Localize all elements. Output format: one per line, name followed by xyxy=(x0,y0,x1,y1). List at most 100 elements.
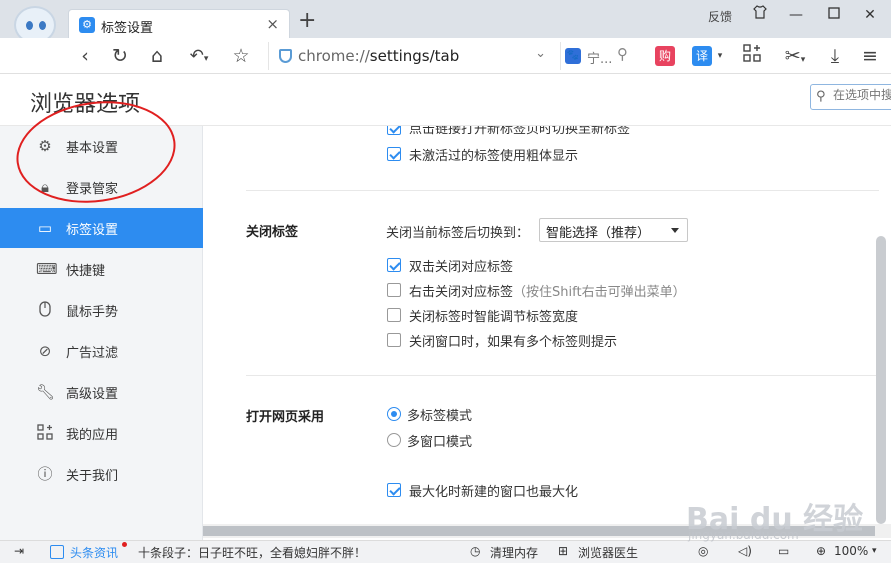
download-icon[interactable]: ⤓ xyxy=(824,44,846,68)
multi-window-mode-radio[interactable] xyxy=(387,433,401,447)
close-window-icon[interactable]: ✕ xyxy=(856,4,884,26)
security-shield-icon xyxy=(279,49,292,63)
right-click-close-checkbox[interactable] xyxy=(387,283,401,297)
chevron-down-icon xyxy=(671,228,679,233)
block-icon: ⊘ xyxy=(38,342,52,360)
sidebar-item-shortcuts[interactable]: ⌨ 快捷键 xyxy=(0,249,203,289)
glasses-icon[interactable]: ◎ xyxy=(698,544,708,558)
tab-settings[interactable]: ⚙ 标签设置 × xyxy=(68,9,290,39)
baidu-paw-icon[interactable]: 🐾 xyxy=(565,48,581,64)
section-title-open-page: 打开网页采用 xyxy=(246,410,325,425)
search-icon[interactable]: ⚲ xyxy=(617,45,628,63)
news-headline[interactable]: 十条段子：日子旺不旺，全看媳妇胖不胖！ xyxy=(138,544,366,561)
wrench-icon: 🔧︎ xyxy=(36,383,56,401)
sidebar-item-label: 我的应用 xyxy=(66,428,119,443)
feedback-link[interactable]: 反馈 xyxy=(708,8,732,25)
close-tab-icon[interactable]: × xyxy=(266,15,279,33)
translate-extension-icon[interactable]: 译 xyxy=(692,46,712,66)
address-dropdown-icon[interactable]: ⌄ xyxy=(535,46,546,61)
reload-icon[interactable]: ↻ xyxy=(108,44,132,68)
vertical-scrollbar[interactable] xyxy=(876,236,886,524)
screenshot-scissors-icon[interactable]: ✂▾ xyxy=(778,44,812,68)
sidebar-item-label: 关于我们 xyxy=(66,469,119,484)
keyboard-icon: ⌨ xyxy=(36,260,58,278)
section-divider xyxy=(246,190,879,191)
multi-tab-mode-label: 多标签模式 xyxy=(407,409,473,424)
maximize-new-window-checkbox[interactable] xyxy=(387,483,401,497)
sidebar-item-about[interactable]: ⓘ 关于我们 xyxy=(0,454,203,494)
close-window-prompt-checkbox[interactable] xyxy=(387,333,401,347)
undo-close-icon[interactable]: ↶▾ xyxy=(182,44,216,68)
right-click-close-hint: （按住Shift右击可弹出菜单） xyxy=(513,285,686,300)
favorite-star-icon[interactable]: ☆ xyxy=(228,44,254,68)
switch-after-close-label: 关闭当前标签后切换到： xyxy=(386,226,530,241)
title-bar: 登录 ⚙ 标签设置 × + 反馈 — ✕ xyxy=(0,0,891,58)
smart-width-checkbox[interactable] xyxy=(387,308,401,322)
window-icon[interactable]: ▭ xyxy=(778,544,789,558)
search-text: 宁... xyxy=(587,52,613,67)
sidebar-item-label: 广告过滤 xyxy=(66,346,119,361)
new-tab-button[interactable]: + xyxy=(298,10,316,32)
address-url[interactable]: chrome://settings/tab xyxy=(298,47,459,65)
smart-width-label: 关闭标签时智能调节标签宽度 xyxy=(409,310,579,325)
tab-title: 标签设置 xyxy=(101,21,154,36)
tab-icon: ▭ xyxy=(37,219,53,237)
clean-memory-icon: ◷ xyxy=(470,544,481,558)
baidu-jingyan-watermark: Bai du 经验 jingyan.baidu.com xyxy=(686,494,886,544)
mouse-icon xyxy=(36,301,54,319)
news-icon[interactable] xyxy=(50,545,64,559)
avatar-eye xyxy=(26,21,33,30)
apps-icon xyxy=(36,424,54,442)
volume-icon[interactable]: ◁) xyxy=(738,544,752,558)
skin-icon[interactable] xyxy=(746,4,774,26)
back-icon[interactable]: ‹ xyxy=(74,44,96,68)
sidebar-item-label: 快捷键 xyxy=(66,264,106,279)
menu-icon[interactable]: ≡ xyxy=(858,44,882,68)
sidebar-item-advanced[interactable]: 🔧︎ 高级设置 xyxy=(0,372,203,412)
switch-to-new-tab-label: 点击链接打开新标签页时切换至新标签 xyxy=(409,126,631,137)
sidebar-item-label: 高级设置 xyxy=(66,387,119,402)
section-divider xyxy=(246,375,879,376)
settings-tab-icon: ⚙ xyxy=(79,17,95,33)
sidebar-toggle-icon[interactable]: ⇥ xyxy=(14,544,24,558)
close-window-prompt-label: 关闭窗口时，如果有多个标签则提示 xyxy=(409,335,618,350)
zoom-dropdown-icon[interactable]: ▾ xyxy=(872,546,877,556)
switch-after-close-select[interactable]: 智能选择（推荐） xyxy=(539,218,688,242)
bold-unread-tab-label: 未激活过的标签使用粗体显示 xyxy=(409,149,579,164)
maximize-icon[interactable] xyxy=(820,4,848,26)
double-click-close-checkbox[interactable] xyxy=(387,258,401,272)
zoom-level[interactable]: 100% xyxy=(834,544,868,558)
select-value: 智能选择（推荐） xyxy=(546,226,651,241)
zoom-icon[interactable]: ⊕ xyxy=(816,544,826,558)
section-title-close-tab: 关闭标签 xyxy=(246,225,299,240)
watermark-domain: jingyan.baidu.com xyxy=(688,528,799,542)
sidebar-item-gestures[interactable]: 鼠标手势 xyxy=(0,290,203,330)
maximize-new-window-label: 最大化时新建的窗口也最大化 xyxy=(409,485,579,500)
sidebar-item-label: 标签设置 xyxy=(66,223,119,238)
bold-unread-tab-checkbox[interactable] xyxy=(387,147,401,161)
multi-tab-mode-radio[interactable] xyxy=(387,407,401,421)
sidebar-item-apps[interactable]: 我的应用 xyxy=(0,413,203,453)
multi-window-mode-label: 多窗口模式 xyxy=(407,435,473,450)
news-label[interactable]: 头条资讯 xyxy=(70,544,118,561)
options-search-input[interactable] xyxy=(833,88,891,102)
translate-dropdown-icon[interactable]: ▾ xyxy=(714,44,726,68)
options-search[interactable]: ⚲ xyxy=(810,84,891,110)
switch-to-new-tab-checkbox[interactable] xyxy=(387,126,401,135)
sidebar-item-adblock[interactable]: ⊘ 广告过滤 xyxy=(0,331,203,371)
sidebar-item-label: 鼠标手势 xyxy=(66,305,119,320)
settings-content: 点击链接打开新标签页时切换至新标签 未激活过的标签使用粗体显示 关闭标签 关闭当… xyxy=(203,126,891,524)
apps-grid-icon[interactable] xyxy=(740,44,764,68)
news-dot xyxy=(122,542,127,547)
home-icon[interactable]: ⌂ xyxy=(144,44,170,68)
minimize-icon[interactable]: — xyxy=(782,4,810,26)
toolbar: ‹ ↻ ⌂ ↶▾ ☆ chrome://settings/tab ⌄ 🐾 宁..… xyxy=(0,38,891,74)
search-engine-box[interactable]: 🐾 宁... ⚲ xyxy=(560,42,634,70)
clean-memory-button[interactable]: 清理内存 xyxy=(490,544,538,561)
sidebar-item-tabs[interactable]: ▭ 标签设置 xyxy=(0,208,212,248)
browser-doctor-button[interactable]: 浏览器医生 xyxy=(578,544,638,561)
address-bar[interactable]: chrome://settings/tab ⌄ xyxy=(268,42,554,70)
search-icon: ⚲ xyxy=(816,89,826,104)
avatar-eye xyxy=(39,21,46,30)
shopping-extension-icon[interactable]: 购 xyxy=(655,46,675,66)
